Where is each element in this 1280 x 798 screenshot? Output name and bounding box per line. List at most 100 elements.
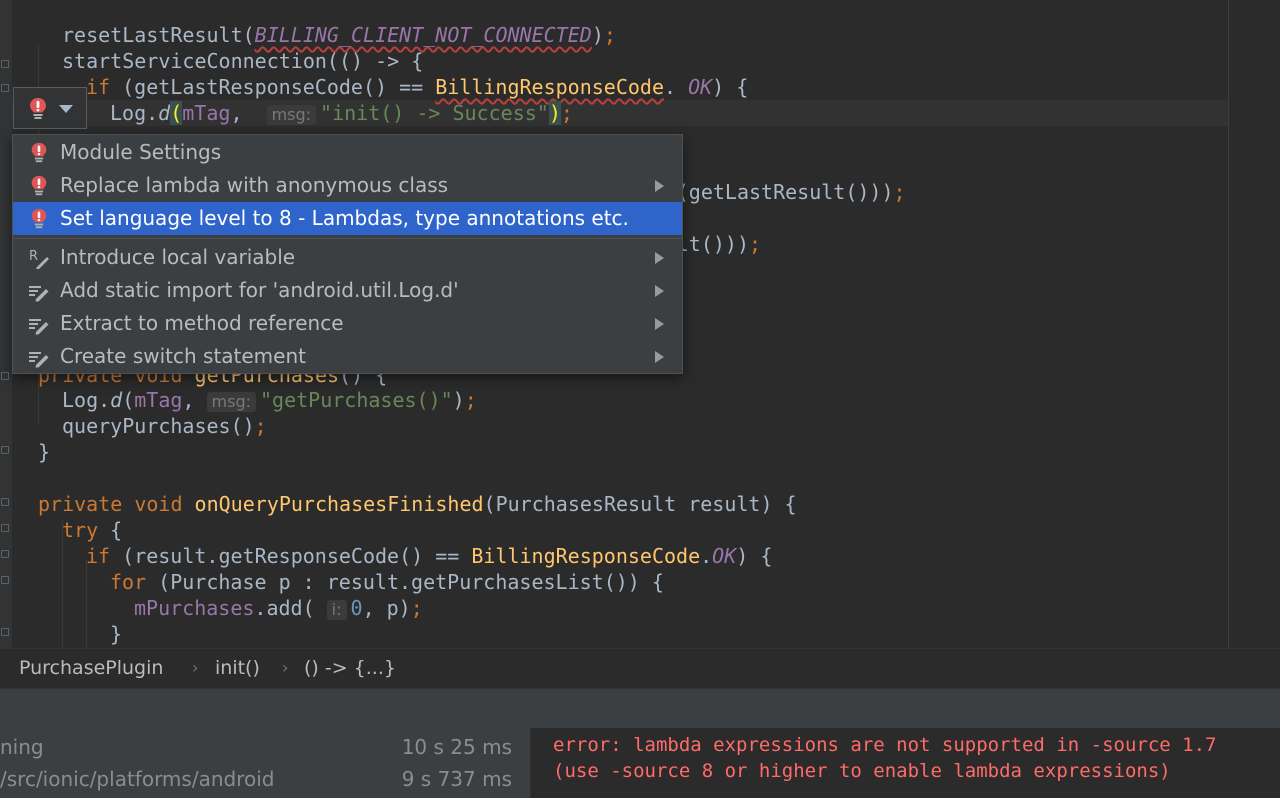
code-line[interactable]: mPurchases.add( i: 0, p); <box>134 595 423 621</box>
code-token: ( <box>170 101 183 125</box>
fold-marker[interactable] <box>1 60 9 68</box>
breadcrumb-chevron-icon: › <box>282 658 289 677</box>
code-token: ; <box>560 101 573 125</box>
right-margin-guide <box>1228 0 1229 648</box>
code-token: OK <box>688 75 713 99</box>
parameter-hint: msg: <box>266 105 317 125</box>
popup-item-label: Module Settings <box>60 140 222 164</box>
popup-item-module-settings[interactable]: Module Settings <box>13 136 682 169</box>
popup-item-create-switch[interactable]: Create switch statement <box>13 340 682 373</box>
breadcrumb-chevron-icon: › <box>192 658 199 677</box>
code-token: , <box>230 101 267 125</box>
code-line[interactable]: queryPurchases(); <box>62 413 267 439</box>
fold-marker[interactable] <box>1 550 9 558</box>
popup-item-introduce-local-variable[interactable]: R Introduce local variable <box>13 241 682 274</box>
code-token: BillingResponseCode <box>435 75 664 99</box>
code-token: ) { <box>712 75 749 99</box>
code-token: { <box>110 518 123 542</box>
code-token: . <box>663 75 689 99</box>
code-token: , p) <box>362 596 411 620</box>
refactor-icon: R <box>29 249 49 269</box>
code-token: Log. <box>110 101 159 125</box>
code-token: BillingResponseCode <box>471 544 701 568</box>
code-line[interactable]: } <box>110 621 122 647</box>
code-token: ( <box>122 388 135 412</box>
code-line[interactable]: resetLastResult(BILLING_CLIENT_NOT_CONNE… <box>62 22 616 48</box>
submenu-arrow-icon <box>655 252 664 264</box>
error-bulb-icon <box>30 98 46 119</box>
code-token: "init() -> Success" <box>320 101 549 125</box>
code-token: ; <box>464 388 477 412</box>
popup-item-replace-lambda[interactable]: Replace lambda with anonymous class <box>13 169 682 202</box>
parameter-hint: msg: <box>206 392 256 412</box>
code-line[interactable]: Log.d(mTag, msg: "getPurchases()"); <box>62 387 477 413</box>
intention-bulb-button[interactable] <box>13 87 87 129</box>
code-token: (result.getResponseCode() == <box>122 544 472 568</box>
code-line[interactable]: try { <box>62 517 122 543</box>
build-task-duration: 10 s 25 ms <box>401 735 512 759</box>
error-bulb-icon <box>31 142 47 163</box>
fold-marker[interactable] <box>1 576 9 584</box>
code-token: if <box>86 75 123 99</box>
code-token: d <box>110 388 123 412</box>
breadcrumb-item-method[interactable]: init() <box>215 657 260 679</box>
popup-item-label: Replace lambda with anonymous class <box>60 173 449 197</box>
breadcrumb-item-lambda[interactable]: () -> {...} <box>304 657 396 679</box>
submenu-arrow-icon <box>655 318 664 330</box>
code-token: ; <box>254 414 267 438</box>
code-token: mTag <box>134 388 183 412</box>
breadcrumb: PurchasePlugin › init() › () -> {...} <box>0 648 1280 689</box>
editor-gutter[interactable] <box>0 0 12 648</box>
popup-item-set-language-level[interactable]: Set language level to 8 - Lambdas, type … <box>13 202 682 235</box>
intention-pencil-icon <box>29 319 49 335</box>
code-token: onQueryPurchasesFinished <box>194 492 484 516</box>
code-token: BILLING_CLIENT_NOT_CONNECTED <box>254 23 592 47</box>
code-token: "getPurchases()" <box>260 388 453 412</box>
code-token: ; <box>893 180 906 204</box>
popup-item-add-static-import[interactable]: Add static import for 'android.util.Log.… <box>13 274 682 307</box>
build-row[interactable]: ning 10 s 25 ms <box>0 731 530 763</box>
code-line[interactable]: startServiceConnection(() -> { <box>62 48 423 74</box>
fold-marker[interactable] <box>1 446 9 454</box>
code-token: ; <box>410 596 423 620</box>
build-row[interactable]: /src/ionic/platforms/android 9 s 737 ms <box>0 763 530 795</box>
code-token: , <box>182 388 207 412</box>
popup-item-label: Introduce local variable <box>60 245 296 269</box>
code-token: 0 <box>350 596 363 620</box>
intention-actions-popup: Module Settings Replace lambda with anon… <box>12 134 683 374</box>
code-token: . <box>700 544 713 568</box>
code-token: ) <box>452 388 465 412</box>
code-token: .add( <box>254 596 327 620</box>
code-token: } <box>110 622 123 646</box>
popup-item-extract-method-reference[interactable]: Extract to method reference <box>13 307 682 340</box>
fold-marker[interactable] <box>1 524 9 532</box>
indent-guide <box>86 560 87 648</box>
code-line[interactable]: for (Purchase p : result.getPurchasesLis… <box>110 569 664 595</box>
build-task-duration: 9 s 737 ms <box>401 767 512 791</box>
code-token: getLastResult())) <box>688 180 894 204</box>
fold-marker[interactable] <box>1 628 9 636</box>
code-token: } <box>38 440 51 464</box>
fold-marker[interactable] <box>1 84 9 92</box>
fold-marker[interactable] <box>1 372 9 380</box>
popup-item-label: Create switch statement <box>60 344 306 368</box>
error-bulb-icon <box>31 208 47 229</box>
breadcrumb-item-class[interactable]: PurchasePlugin <box>19 657 163 679</box>
build-task-name: ning <box>0 735 44 759</box>
code-line[interactable]: Log.d(mTag, msg: "init() -> Success"); <box>110 100 573 126</box>
code-token: private void <box>38 492 195 516</box>
intention-pencil-icon <box>29 286 49 302</box>
fold-marker[interactable] <box>1 498 9 506</box>
error-bulb-icon <box>31 175 47 196</box>
code-line[interactable]: if (getLastResponseCode() == BillingResp… <box>86 74 748 100</box>
code-line[interactable]: } <box>38 439 50 465</box>
code-token: (Purchase p : result.getPurchasesList())… <box>158 570 664 594</box>
code-line[interactable]: private void onQueryPurchasesFinished(Pu… <box>38 491 797 517</box>
code-token: for <box>110 570 159 594</box>
code-line[interactable]: if (result.getResponseCode() == BillingR… <box>86 543 772 569</box>
code-token: if <box>86 544 123 568</box>
build-task-name: /src/ionic/platforms/android <box>0 767 275 791</box>
code-token: ; <box>603 23 616 47</box>
code-token: (PurchasesResult result) { <box>483 492 797 516</box>
build-console-output[interactable]: error: lambda expressions are not suppor… <box>531 728 1280 798</box>
